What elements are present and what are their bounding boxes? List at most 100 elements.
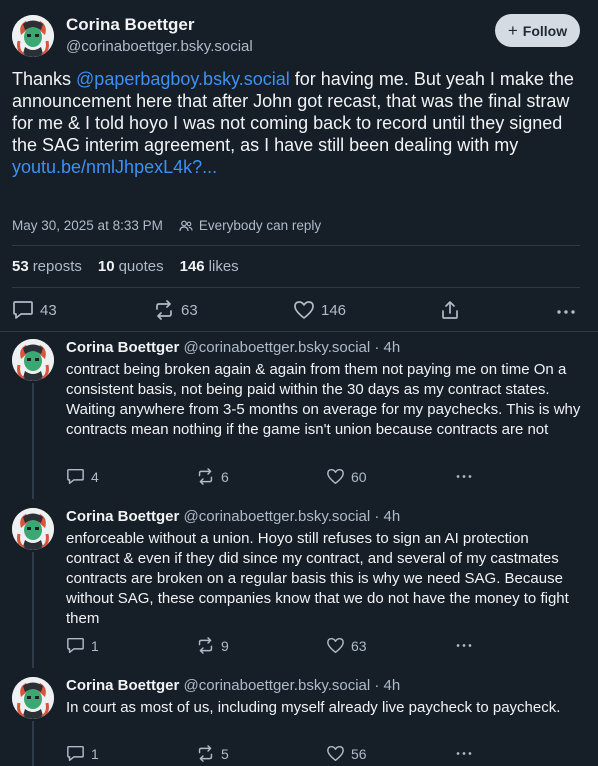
like-action[interactable]: 63 (326, 637, 367, 654)
post-text-start: Thanks (12, 69, 77, 89)
repost-icon (156, 300, 172, 320)
reply-text: contract being broken again & again from… (66, 361, 581, 438)
repost-count: 9 (221, 637, 229, 654)
author-handle[interactable]: @corinaboettger.bsky.social · 4h (184, 677, 401, 694)
reply-icon (67, 745, 84, 762)
reply-text: In court as most of us, including myself… (66, 699, 561, 716)
reply-action[interactable]: 1 (66, 637, 99, 654)
avatar[interactable] (12, 15, 54, 57)
more-options-icon[interactable] (455, 637, 473, 654)
reply-action[interactable]: 43 (12, 300, 57, 320)
repost-action[interactable]: 5 (196, 745, 229, 762)
divider (0, 331, 598, 332)
heart-icon (327, 637, 344, 654)
quotes-count: 10 (97, 258, 115, 275)
like-action[interactable]: 60 (326, 468, 367, 485)
avatar[interactable] (12, 677, 54, 719)
reply-post[interactable]: Corina Boettger @corinaboettger.bsky.soc… (0, 339, 598, 499)
heart-icon (294, 301, 314, 319)
follow-button-label: Follow (522, 22, 568, 39)
author-name[interactable]: Corina Boettger (66, 677, 179, 694)
reply-actions: 4 6 60 (66, 468, 486, 488)
reply-actions: 1 5 56 (66, 745, 486, 765)
divider (12, 287, 580, 288)
repost-action[interactable]: 9 (196, 637, 229, 654)
author-handle[interactable]: @corinaboettger.bsky.social · 4h (184, 508, 401, 525)
reply-header: Corina Boettger @corinaboettger.bsky.soc… (66, 508, 400, 525)
reply-actions: 1 9 63 (66, 637, 486, 657)
likes-count: 146 (179, 258, 205, 275)
repost-icon (198, 745, 213, 762)
divider (12, 245, 580, 246)
post-timestamp[interactable]: May 30, 2025 at 8:33 PM (12, 218, 163, 233)
share-icon (442, 301, 458, 319)
reply-header: Corina Boettger @corinaboettger.bsky.soc… (66, 677, 400, 694)
reply-count: 1 (91, 745, 99, 762)
repost-action[interactable]: 63 (153, 300, 198, 320)
avatar-image (12, 339, 54, 381)
avatar-image (12, 677, 54, 719)
plus-icon: + (507, 21, 518, 40)
more-options-icon[interactable] (455, 468, 473, 485)
heart-icon (327, 745, 344, 762)
like-action[interactable]: 146 (293, 300, 346, 320)
avatar-image (12, 15, 54, 57)
reply-header: Corina Boettger @corinaboettger.bsky.soc… (66, 339, 400, 356)
author-handle[interactable]: @corinaboettger.bsky.social · 4h (184, 339, 401, 356)
reply-count: 43 (40, 301, 57, 319)
post-stats: 53 reposts 10 quotes 146 likes (12, 258, 239, 275)
reply-post[interactable]: Corina Boettger @corinaboettger.bsky.soc… (0, 677, 598, 766)
likes-stat[interactable]: 146 likes (180, 258, 239, 275)
repost-count: 6 (221, 468, 229, 485)
likes-label: likes (208, 258, 239, 275)
reply-icon (67, 637, 84, 654)
reposts-count: 53 (12, 258, 29, 275)
avatar-image (12, 508, 54, 550)
repost-icon (198, 637, 213, 654)
quotes-stat[interactable]: 10 quotes (98, 258, 164, 275)
reply-count: 1 (91, 637, 99, 654)
reply-setting[interactable]: Everybody can reply (199, 218, 321, 233)
quotes-label: quotes (118, 258, 164, 275)
post-header: Corina Boettger @corinaboettger.bsky.soc… (12, 13, 586, 59)
reply-text: enforceable without a union. Hoyo still … (66, 530, 569, 627)
avatar[interactable] (12, 339, 54, 381)
reply-icon (13, 301, 33, 319)
like-count: 56 (351, 745, 367, 762)
author-name[interactable]: Corina Boettger (66, 339, 179, 356)
like-count: 146 (321, 301, 347, 319)
follow-button[interactable]: + Follow (495, 14, 580, 47)
reposts-label: reposts (32, 258, 82, 275)
like-count: 63 (351, 637, 367, 654)
mention-link[interactable]: @paperbagboy.bsky.social (76, 69, 290, 89)
heart-icon (327, 468, 344, 485)
repost-icon (198, 468, 213, 485)
reply-action[interactable]: 4 (66, 468, 99, 485)
post-actions: 43 63 146 (12, 300, 580, 324)
reposts-stat[interactable]: 53 reposts (12, 258, 82, 275)
avatar[interactable] (12, 508, 54, 550)
more-options-icon[interactable] (455, 745, 473, 762)
reply-post[interactable]: Corina Boettger @corinaboettger.bsky.soc… (0, 508, 598, 668)
author-handle[interactable]: @corinaboettger.bsky.social (66, 38, 253, 55)
author-name[interactable]: Corina Boettger (66, 508, 179, 525)
reply-count: 4 (91, 468, 99, 485)
people-icon (179, 219, 193, 233)
like-action[interactable]: 56 (326, 745, 367, 762)
repost-count: 5 (221, 745, 229, 762)
post-meta: May 30, 2025 at 8:33 PM Everybody can re… (12, 218, 321, 233)
thread-line (32, 721, 34, 766)
more-options-icon[interactable] (556, 302, 576, 322)
like-count: 60 (351, 468, 367, 485)
thread-line (32, 383, 34, 499)
reply-action[interactable]: 1 (66, 745, 99, 762)
thread-line (32, 552, 34, 668)
post-thread-page: Corina Boettger @corinaboettger.bsky.soc… (0, 0, 598, 766)
post-text: Thanks @paperbagboy.bsky.social for havi… (12, 68, 582, 178)
repost-action[interactable]: 6 (196, 468, 229, 485)
share-action[interactable] (440, 300, 460, 320)
repost-count: 63 (181, 301, 198, 319)
reply-icon (67, 468, 84, 485)
author-name[interactable]: Corina Boettger (66, 15, 194, 35)
external-link[interactable]: youtu.be/nmlJhpexL4k?... (12, 157, 217, 177)
